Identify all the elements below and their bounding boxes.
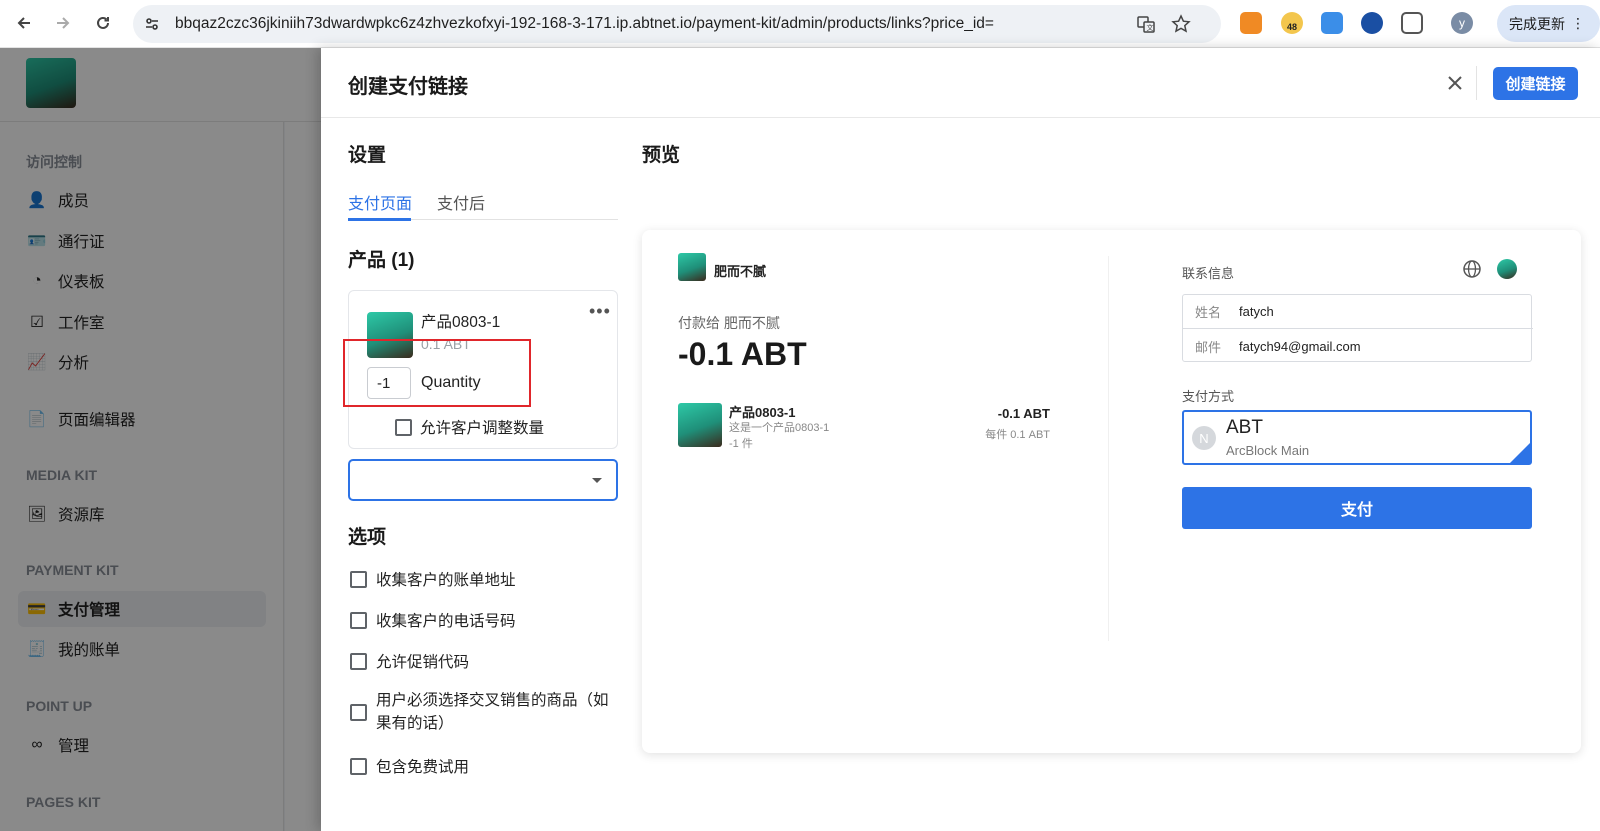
pay-button[interactable]: 支付 bbox=[1182, 487, 1532, 529]
pay-to-label: 付款给 肥而不腻 bbox=[678, 315, 780, 331]
store-name: 肥而不腻 bbox=[714, 264, 767, 279]
verified-extension-icon[interactable] bbox=[1361, 12, 1383, 34]
item-thumbnail bbox=[678, 403, 722, 447]
checkout-preview: 肥而不腻 付款给 肥而不腻 -0.1 ABT 产品0803-1 这是一个产品08… bbox=[642, 230, 1581, 753]
more-options-icon[interactable]: ••• bbox=[589, 301, 611, 322]
item-unit-price: 每件 0.1 ABT bbox=[985, 429, 1050, 441]
email-value[interactable]: fatych94@gmail.com bbox=[1239, 339, 1361, 354]
option-checkbox[interactable] bbox=[350, 611, 367, 629]
create-payment-link-drawer: 创建支付链接 创建链接 设置 预览 支付页面 支付后 产品 (1) 产品0803… bbox=[321, 48, 1600, 831]
more-menu-icon: ⋮ bbox=[1571, 15, 1585, 31]
chevron-down-icon bbox=[592, 478, 602, 483]
option-label: 收集客户的账单地址 bbox=[376, 572, 516, 589]
url-text[interactable]: bbqaz2czc36jkiniih73dwardwpkc6z4zhvezkof… bbox=[175, 15, 994, 33]
option-phone-number[interactable]: 收集客户的电话号码 bbox=[350, 609, 516, 631]
options-heading: 选项 bbox=[348, 527, 387, 548]
option-label: 用户必须选择交叉销售的商品（如果有的话） bbox=[376, 692, 609, 732]
weather-extension-icon[interactable]: 48 bbox=[1281, 12, 1303, 34]
option-label: 允许促销代码 bbox=[376, 654, 470, 671]
settings-heading: 设置 bbox=[348, 145, 387, 166]
header-divider bbox=[1476, 66, 1477, 100]
close-icon[interactable] bbox=[1444, 72, 1466, 94]
add-product-select[interactable] bbox=[348, 459, 618, 501]
email-field[interactable]: 邮件 fatych94@gmail.com bbox=[1183, 329, 1533, 363]
option-label: 包含免费试用 bbox=[376, 759, 470, 776]
product-name: 产品0803-1 bbox=[421, 314, 501, 331]
active-tab-indicator bbox=[348, 218, 411, 221]
globe-icon[interactable] bbox=[1462, 259, 1482, 279]
total-amount: -0.1 ABT bbox=[678, 336, 807, 372]
adjust-quantity-option[interactable]: 允许客户调整数量 bbox=[395, 416, 544, 438]
reload-icon[interactable] bbox=[91, 11, 115, 35]
name-label: 姓名 bbox=[1195, 305, 1222, 320]
svg-text:文: 文 bbox=[1147, 23, 1154, 32]
drawer-title: 创建支付链接 bbox=[348, 76, 468, 98]
adjust-quantity-checkbox[interactable] bbox=[395, 418, 412, 436]
contact-heading: 联系信息 bbox=[1182, 266, 1235, 281]
user-avatar[interactable] bbox=[1497, 259, 1517, 279]
translate-icon[interactable]: 文 bbox=[1136, 14, 1156, 37]
store-logo bbox=[678, 253, 706, 281]
extension-badge: 48 bbox=[1287, 22, 1298, 32]
profile-avatar[interactable]: y bbox=[1451, 12, 1473, 34]
highlight-box bbox=[343, 339, 531, 407]
address-bar[interactable]: bbqaz2czc36jkiniih73dwardwpkc6z4zhvezkof… bbox=[133, 5, 1221, 43]
option-checkbox[interactable] bbox=[350, 757, 367, 775]
update-label: 完成更新 bbox=[1509, 15, 1565, 32]
payment-method-heading: 支付方式 bbox=[1182, 389, 1235, 404]
settings-tabs: 支付页面 支付后 bbox=[348, 182, 618, 221]
option-billing-address[interactable]: 收集客户的账单地址 bbox=[350, 568, 516, 590]
option-label: 收集客户的电话号码 bbox=[376, 613, 516, 630]
option-free-trial[interactable]: 包含免费试用 bbox=[350, 755, 469, 777]
item-amount: -0.1 ABT bbox=[997, 406, 1050, 421]
name-field[interactable]: 姓名 fatych bbox=[1183, 295, 1533, 329]
create-link-button[interactable]: 创建链接 bbox=[1493, 67, 1578, 100]
selected-check-icon bbox=[1510, 443, 1530, 463]
forward-icon[interactable] bbox=[51, 11, 75, 35]
item-description: 这是一个产品0803-1 bbox=[729, 422, 830, 434]
preview-divider bbox=[1108, 256, 1109, 641]
update-button[interactable]: 完成更新 ⋮ bbox=[1497, 5, 1600, 42]
extensions-puzzle-icon[interactable] bbox=[1401, 12, 1423, 34]
option-promo-code[interactable]: 允许促销代码 bbox=[350, 650, 469, 672]
adjust-quantity-label: 允许客户调整数量 bbox=[420, 420, 545, 437]
metamask-extension-icon[interactable] bbox=[1240, 12, 1262, 34]
tab-payment-page[interactable]: 支付页面 bbox=[348, 190, 412, 214]
email-label: 邮件 bbox=[1195, 339, 1222, 355]
browser-toolbar: bbqaz2czc36jkiniih73dwardwpkc6z4zhvezkof… bbox=[0, 0, 1600, 48]
name-value[interactable]: fatych bbox=[1239, 304, 1274, 319]
site-settings-icon[interactable] bbox=[143, 15, 161, 36]
option-checkbox[interactable] bbox=[350, 652, 367, 670]
network-name: ArcBlock Main bbox=[1226, 443, 1310, 458]
item-quantity: -1 件 bbox=[729, 438, 753, 450]
payment-method-option[interactable]: N ABT ArcBlock Main bbox=[1182, 410, 1532, 465]
products-heading: 产品 (1) bbox=[348, 250, 415, 271]
option-cross-sell[interactable]: 用户必须选择交叉销售的商品（如果有的话） bbox=[350, 689, 612, 735]
tab-after-payment[interactable]: 支付后 bbox=[437, 190, 485, 214]
drawer-header: 创建支付链接 创建链接 bbox=[321, 48, 1600, 118]
preview-heading: 预览 bbox=[642, 145, 681, 166]
option-checkbox[interactable] bbox=[350, 570, 367, 588]
back-icon[interactable] bbox=[12, 11, 36, 35]
currency-icon: N bbox=[1192, 426, 1216, 450]
currency-name: ABT bbox=[1226, 417, 1263, 438]
option-checkbox[interactable] bbox=[350, 703, 367, 721]
contact-fields: 姓名 fatych 邮件 fatych94@gmail.com bbox=[1182, 294, 1533, 363]
bookmark-star-icon[interactable] bbox=[1171, 14, 1191, 37]
window-extension-icon[interactable] bbox=[1321, 12, 1343, 34]
